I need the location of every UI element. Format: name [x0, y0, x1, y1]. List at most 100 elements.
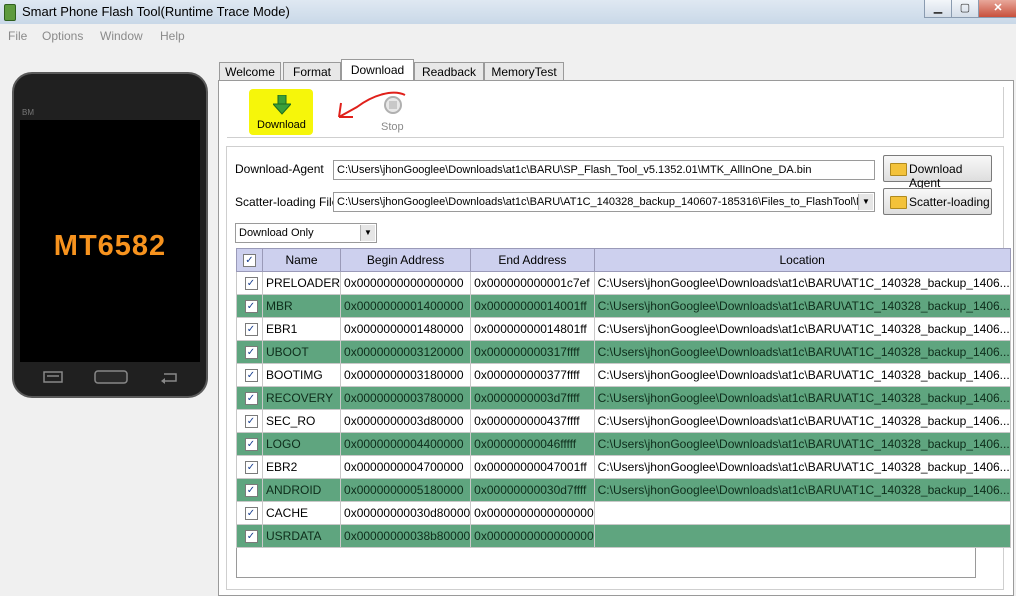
- cell-begin-address: 0x0000000005180000: [340, 478, 472, 502]
- row-checkbox[interactable]: ✓: [236, 340, 263, 364]
- download-button[interactable]: Download: [249, 89, 313, 135]
- title-bar[interactable]: Smart Phone Flash Tool(Runtime Trace Mod…: [0, 0, 1016, 24]
- table-row[interactable]: ✓ SEC_RO 0x0000000003d80000 0x000000000437f…: [236, 409, 1011, 433]
- window-title: Smart Phone Flash Tool(Runtime Trace Mod…: [22, 4, 290, 19]
- cell-begin-address: 0x0000000000000000: [340, 271, 472, 295]
- cell-begin-address: 0x0000000003180000: [340, 363, 472, 387]
- folder-icon: [890, 163, 907, 176]
- scatter-file-select[interactable]: C:\Users\jhonGooglee\Downloads\at1c\BARU…: [333, 192, 875, 212]
- download-agent-button[interactable]: Download Agent: [883, 155, 992, 190]
- chevron-down-icon[interactable]: ▼: [858, 194, 873, 210]
- cell-begin-address: 0x0000000003120000: [340, 340, 472, 364]
- row-checkbox[interactable]: ✓: [236, 409, 263, 433]
- stop-button[interactable]: Stop: [379, 95, 409, 137]
- tab-welcome[interactable]: Welcome: [219, 62, 281, 80]
- checkbox-icon: ✓: [244, 300, 258, 314]
- tab-readback[interactable]: Readback: [414, 62, 484, 80]
- cell-location: C:\Users\jhonGooglee\Downloads\at1c\BARU…: [593, 455, 1011, 479]
- checkbox-icon: ✓: [244, 369, 258, 383]
- menu-help[interactable]: Help: [160, 29, 185, 43]
- cell-name: USRDATA: [261, 524, 342, 548]
- partition-table: ✓ Name Begin Address End Address Locatio…: [236, 248, 1011, 548]
- cell-name: LOGO: [261, 432, 342, 456]
- phone-image: BM MT6582: [12, 72, 208, 398]
- cell-name: EBR1: [261, 317, 342, 341]
- cell-name: CACHE: [261, 501, 342, 525]
- maximize-icon[interactable]: ▢: [951, 0, 979, 18]
- download-agent-input[interactable]: C:\Users\jhonGooglee\Downloads\at1c\BARU…: [333, 160, 875, 180]
- tab-format[interactable]: Format: [283, 62, 341, 80]
- cell-begin-address: 0x0000000003d80000: [340, 409, 472, 433]
- scatter-loading-button[interactable]: Scatter-loading: [883, 188, 992, 215]
- table-row[interactable]: ✓ LOGO 0x0000000004400000 0x00000000046ffff…: [236, 432, 1011, 456]
- cell-name: RECOVERY: [261, 386, 342, 410]
- row-checkbox[interactable]: ✓: [236, 363, 263, 387]
- cell-end-address: 0x0000000003d7ffff: [470, 386, 595, 410]
- table-row[interactable]: ✓ EBR2 0x0000000004700000 0x00000000047001f…: [236, 455, 1011, 479]
- table-row[interactable]: ✓ ANDROID 0x0000000005180000 0x00000000030d…: [236, 478, 1011, 502]
- cell-location: [593, 501, 1011, 525]
- row-checkbox[interactable]: ✓: [236, 524, 263, 548]
- table-row[interactable]: ✓ CACHE 0x00000000030d80000 0x0000000000000…: [236, 501, 1011, 525]
- header-end-address[interactable]: End Address: [470, 248, 595, 272]
- row-checkbox[interactable]: ✓: [236, 501, 263, 525]
- row-checkbox[interactable]: ✓: [236, 271, 263, 295]
- checkbox-icon: ✓: [244, 346, 258, 360]
- cell-name: EBR2: [261, 455, 342, 479]
- row-checkbox[interactable]: ✓: [236, 478, 263, 502]
- stop-label: Stop: [381, 121, 404, 133]
- cell-end-address: 0x000000000377ffff: [470, 363, 595, 387]
- menu-options[interactable]: Options: [42, 29, 83, 43]
- close-icon[interactable]: ✕: [978, 0, 1016, 18]
- cell-name: SEC_RO: [261, 409, 342, 433]
- app-icon: [4, 4, 16, 21]
- cell-end-address: 0x00000000030d7ffff: [470, 478, 595, 502]
- phone-brand: BM: [22, 108, 34, 117]
- folder-icon: [890, 196, 907, 209]
- download-agent-label: Download-Agent: [235, 162, 324, 176]
- row-checkbox[interactable]: ✓: [236, 386, 263, 410]
- chevron-down-icon[interactable]: ▼: [360, 225, 375, 241]
- table-row[interactable]: ✓ MBR 0x0000000001400000 0x00000000014001ff…: [236, 294, 1011, 318]
- table-header: ✓ Name Begin Address End Address Locatio…: [236, 248, 1011, 272]
- download-mode-value: Download Only: [239, 227, 314, 239]
- menu-file[interactable]: File: [8, 29, 27, 43]
- row-checkbox[interactable]: ✓: [236, 432, 263, 456]
- table-row[interactable]: ✓ RECOVERY 0x0000000003780000 0x0000000003d…: [236, 386, 1011, 410]
- row-checkbox[interactable]: ✓: [236, 317, 263, 341]
- header-location[interactable]: Location: [593, 248, 1011, 272]
- back-key-icon: [161, 373, 177, 384]
- cell-location: C:\Users\jhonGooglee\Downloads\at1c\BARU…: [593, 432, 1011, 456]
- select-all-checkbox[interactable]: ✓: [236, 248, 263, 272]
- cell-end-address: 0x00000000047001ff: [470, 455, 595, 479]
- tab-memorytest[interactable]: MemoryTest: [484, 62, 564, 80]
- cell-location: C:\Users\jhonGooglee\Downloads\at1c\BARU…: [593, 386, 1011, 410]
- header-name[interactable]: Name: [261, 248, 342, 272]
- minimize-icon[interactable]: ▁: [924, 0, 952, 18]
- chip-label: MT6582: [53, 230, 167, 262]
- table-row[interactable]: ✓ USRDATA 0x00000000038b80000 0x00000000000…: [236, 524, 1011, 548]
- cell-end-address: 0x00000000014001ff: [470, 294, 595, 318]
- cell-name: ANDROID: [261, 478, 342, 502]
- table-row[interactable]: ✓ BOOTIMG 0x0000000003180000 0x000000000377…: [236, 363, 1011, 387]
- cell-location: C:\Users\jhonGooglee\Downloads\at1c\BARU…: [593, 317, 1011, 341]
- table-row[interactable]: ✓ PRELOADER 0x0000000000000000 0x0000000000…: [236, 271, 1011, 295]
- cell-end-address: 0x00000000046fffff: [470, 432, 595, 456]
- cell-name: UBOOT: [261, 340, 342, 364]
- header-begin-address[interactable]: Begin Address: [340, 248, 472, 272]
- download-label: Download: [257, 119, 306, 131]
- row-checkbox[interactable]: ✓: [236, 294, 263, 318]
- cell-end-address: 0x000000000317ffff: [470, 340, 595, 364]
- table-row[interactable]: ✓ EBR1 0x0000000001480000 0x00000000014801f…: [236, 317, 1011, 341]
- cell-begin-address: 0x0000000001400000: [340, 294, 472, 318]
- tab-download[interactable]: Download: [341, 59, 414, 81]
- home-key-icon: [94, 370, 128, 384]
- download-mode-select[interactable]: Download Only ▼: [235, 223, 377, 243]
- row-checkbox[interactable]: ✓: [236, 455, 263, 479]
- checkbox-icon: ✓: [244, 415, 258, 429]
- cell-location: C:\Users\jhonGooglee\Downloads\at1c\BARU…: [593, 363, 1011, 387]
- checkbox-icon: ✓: [244, 323, 258, 337]
- cell-end-address: 0x0000000000000000: [470, 524, 595, 548]
- menu-window[interactable]: Window: [100, 29, 143, 43]
- table-row[interactable]: ✓ UBOOT 0x0000000003120000 0x000000000317ff…: [236, 340, 1011, 364]
